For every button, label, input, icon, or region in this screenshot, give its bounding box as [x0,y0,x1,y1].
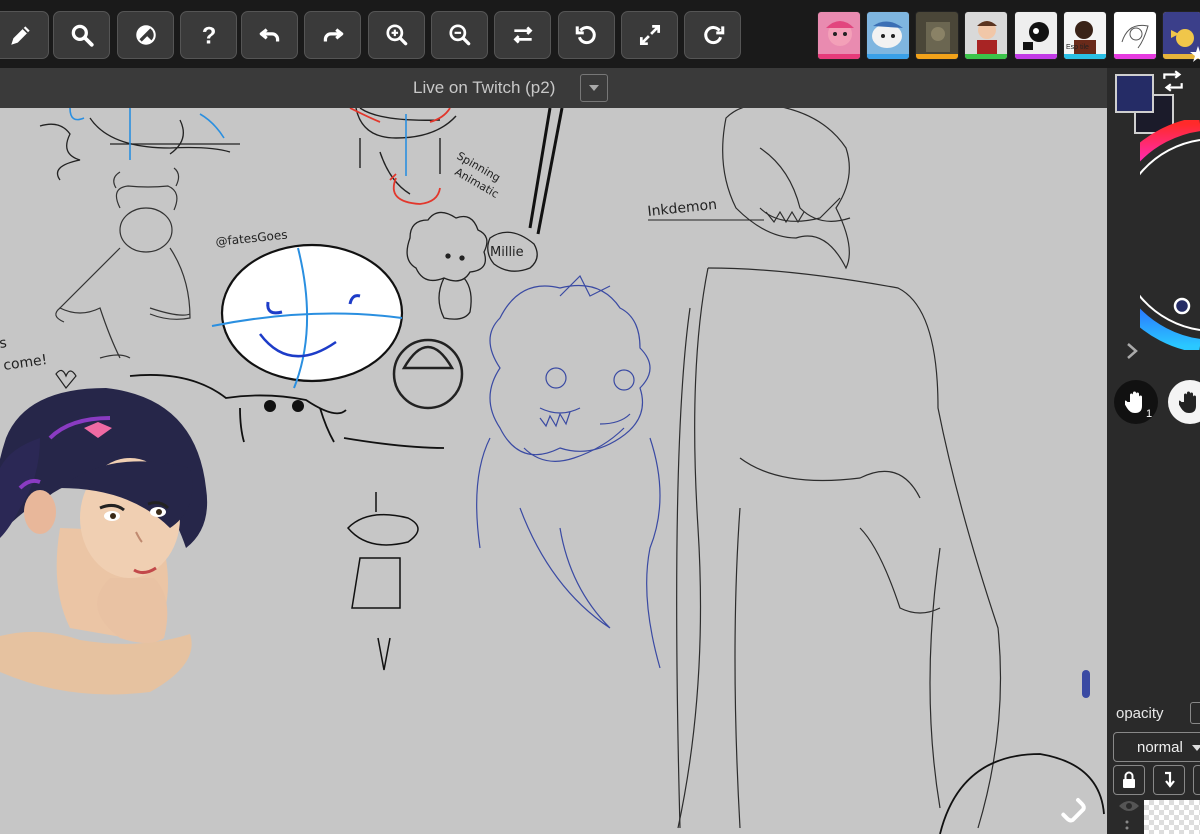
arrow-down-icon [1165,771,1175,788]
opacity-label: opacity [1116,705,1164,722]
expand-icon [639,24,660,46]
sketch-ink-woman [676,108,1002,829]
pencil-button[interactable] [0,11,49,59]
rotate-left-icon [575,25,596,45]
avatar-color-bar [1015,54,1057,59]
avatar-art [1121,24,1149,49]
layer-option-button[interactable] [1193,765,1200,795]
magnifier-icon [71,24,94,47]
sketch-pendant [528,108,564,235]
user-avatar-2[interactable] [866,11,910,60]
avatar-art [1023,22,1049,50]
swap-colors-icon[interactable] [1160,70,1186,92]
avatar-color-bar [818,54,860,59]
top-toolbar: ? Esp tile [0,0,1200,68]
phone-icon[interactable] [1058,796,1090,828]
redo-button[interactable] [304,11,361,59]
user-avatar-3[interactable] [915,11,959,60]
eraser-button[interactable] [117,11,174,59]
user-avatar-7[interactable] [1113,11,1157,60]
heart-doodle [55,369,77,389]
undo-icon [259,28,279,42]
chevron-right-icon[interactable] [1124,342,1140,360]
help-button[interactable]: ? [180,11,237,59]
room-menu-dropdown[interactable] [580,74,608,102]
layer-thumbnail[interactable] [1144,800,1200,834]
blue-mark [1082,670,1090,698]
chevron-down-icon [589,85,599,91]
blend-mode-select[interactable]: normal [1113,732,1200,762]
drawing-canvas[interactable]: Spinning Animatic Millie @fatesGoes s co… [0,108,1107,834]
rotate-right-button[interactable] [684,11,741,59]
rotate-left-button[interactable] [558,11,615,59]
user-avatar-4[interactable] [964,11,1008,60]
room-title: Live on Twitch (p2) [413,78,556,97]
sketch-small-character [346,492,419,671]
zoom-in-icon [385,24,407,46]
fullscreen-button[interactable] [621,11,678,59]
lock-layer-button[interactable] [1113,765,1145,795]
chevron-down-icon [1192,745,1200,751]
svg-text:?: ? [201,23,216,48]
sketch-top-left-blue [69,108,225,160]
hand-icon [1179,391,1196,413]
redo-icon [323,28,343,42]
avatar-color-bar [1064,54,1106,59]
question-icon: ? [201,23,216,48]
sketch-red-arrows [349,108,451,205]
avatar-art [826,21,854,46]
eraser-icon [135,25,156,45]
avatar-color-bar [965,54,1007,59]
user-avatar-6[interactable]: Esp tile [1063,11,1107,60]
avatar-art [1074,21,1096,56]
zoom-in-button[interactable] [368,11,425,59]
sketch-millie [392,211,538,410]
canvas-drawings: Spinning Animatic Millie @fatesGoes s co… [0,108,1105,834]
avatar-art [977,21,997,56]
room-title-bar: Live on Twitch (p2) [0,68,1107,108]
undo-button[interactable] [241,11,298,59]
avatar-color-bar [1114,54,1156,59]
hand-tool-1[interactable]: 1 [1114,380,1158,424]
avatar-art [872,21,903,48]
blend-mode-value: normal [1137,739,1183,756]
text-come-2: come! [2,352,48,374]
drag-handle-icon[interactable] [1124,818,1134,834]
avatar-label: Esp tile [1066,44,1089,51]
swap-arrows-icon [513,26,532,44]
sketch-horned-character [55,167,191,359]
text-signature: @fatesGoes [215,228,288,249]
hand-icon [1125,391,1142,413]
pencil-icon [10,26,30,45]
text-inkdemon: Inkdemon [647,197,718,220]
flip-button[interactable] [494,11,551,59]
lock-icon [1123,771,1135,788]
search-button[interactable] [53,11,110,59]
sketch-smiley-face [129,243,445,449]
text-millie: Millie [490,245,524,260]
foreground-color-swatch[interactable] [1115,74,1154,113]
avatar-color-bar [867,54,909,59]
merge-down-button[interactable] [1153,765,1185,795]
text-come-1: s [0,335,8,352]
eye-icon[interactable] [1118,798,1140,814]
sketch-blue-demon [476,274,661,669]
app: ? Esp tile Live on Twitch (p2) Spinning … [0,0,1200,834]
avatar-art [926,22,950,52]
avatar-color-bar [916,54,958,59]
painted-portrait [0,388,208,695]
user-avatar-5[interactable] [1014,11,1058,60]
zoom-out-icon [448,24,470,46]
zoom-out-button[interactable] [431,11,488,59]
sketch-top-left [39,117,240,181]
user-avatar-1[interactable] [817,11,861,60]
star-icon [1190,46,1200,62]
rotate-right-icon [703,25,724,45]
color-wheel[interactable] [1140,120,1200,350]
opacity-slider[interactable] [1190,702,1200,724]
hand-tool-badge: 1 [1146,408,1153,420]
